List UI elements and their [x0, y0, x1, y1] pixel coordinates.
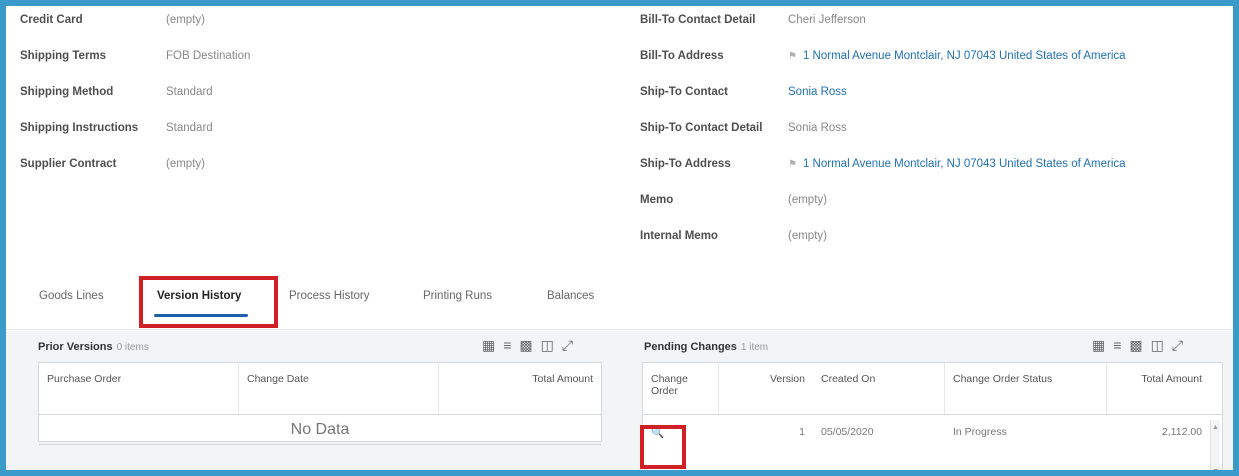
table-row: 🔍 1 05/05/2020 In Progress 2,112.00	[643, 415, 1222, 451]
field-credit-card: Credit Card (empty)	[20, 14, 600, 50]
detail-frame: Credit Card (empty) Shipping Terms FOB D…	[6, 6, 1233, 470]
field-value: Sonia Ross	[788, 122, 847, 134]
field-label: Shipping Method	[20, 86, 114, 98]
field-label: Bill-To Contact Detail	[640, 14, 756, 26]
prior-versions-title: Prior Versions 0 items	[38, 341, 149, 353]
total-amount-cell: 2,112.00	[1161, 426, 1202, 438]
field-value: FOB Destination	[166, 50, 251, 62]
grid-title-text: Prior Versions	[38, 341, 113, 353]
column-header[interactable]: Purchase Order	[39, 363, 239, 414]
scroll-up-icon[interactable]: ▲	[1211, 420, 1220, 436]
grids-area: Prior Versions 0 items ▦ ≡ ▩ ◫ ⤢ Purchase…	[6, 331, 1233, 470]
address-link[interactable]: ⚑ 1 Normal Avenue Montclair, NJ 07043 Uni…	[788, 158, 1126, 170]
field-value: (empty)	[166, 14, 205, 26]
grid-header: Purchase Order Change Date Total Amount	[39, 363, 601, 415]
field-value: (empty)	[166, 158, 205, 170]
location-pin-icon: ⚑	[788, 159, 797, 170]
field-label: Ship-To Contact Detail	[640, 122, 763, 134]
pending-changes-toolbar: ▦ ≡ ▩ ◫ ⤢	[1092, 337, 1183, 354]
field-value: Standard	[166, 86, 213, 98]
column-header[interactable]: Total Amount	[439, 363, 601, 414]
field-memo: Memo (empty)	[640, 194, 1230, 230]
grid-title-text: Pending Changes	[644, 341, 737, 353]
field-value: (empty)	[788, 194, 827, 206]
field-shipping-terms: Shipping Terms FOB Destination	[20, 50, 600, 86]
field-label: Ship-To Address	[640, 158, 731, 170]
field-label: Bill-To Address	[640, 50, 724, 62]
grid-item-count: 0 items	[116, 342, 149, 353]
ship-to-contact-link[interactable]: Sonia Ross	[788, 86, 847, 98]
tab-goods-lines[interactable]: Goods Lines	[39, 290, 104, 302]
version-cell: 1	[799, 426, 805, 438]
field-ship-to-address: Ship-To Address ⚑ 1 Normal Avenue Montcla…	[640, 158, 1230, 194]
no-data-message: No Data	[39, 415, 601, 445]
grid-header: Change Order Version Created On Change O…	[643, 363, 1222, 415]
chart-icon[interactable]: ▩	[1129, 337, 1142, 354]
field-bill-to-address: Bill-To Address ⚑ 1 Normal Avenue Montcla…	[640, 50, 1230, 86]
column-header[interactable]: Version	[719, 363, 813, 414]
field-label: Shipping Instructions	[20, 122, 139, 134]
location-pin-icon: ⚑	[788, 51, 797, 62]
field-value: Standard	[166, 122, 213, 134]
filter-icon[interactable]: ≡	[1113, 337, 1121, 354]
field-label: Shipping Terms	[20, 50, 107, 62]
grid-item-count: 1 item	[740, 342, 769, 353]
column-header[interactable]: Change Date	[239, 363, 439, 414]
right-field-column: Bill-To Contact Detail Cheri Jefferson B…	[640, 14, 1230, 266]
field-shipping-method: Shipping Method Standard	[20, 86, 600, 122]
column-header[interactable]: Change Order	[643, 363, 719, 414]
address-link[interactable]: ⚑ 1 Normal Avenue Montclair, NJ 07043 Uni…	[788, 50, 1126, 62]
export-excel-icon[interactable]: ▦	[1092, 337, 1105, 354]
field-value: Cheri Jefferson	[788, 14, 866, 26]
column-icon[interactable]: ◫	[541, 337, 554, 354]
fullscreen-icon[interactable]: ⤢	[562, 337, 573, 354]
prior-versions-grid: Purchase Order Change Date Total Amount …	[38, 362, 602, 445]
column-header[interactable]: Change Order Status	[945, 363, 1107, 414]
field-label: Credit Card	[20, 14, 83, 26]
field-bill-to-contact-detail: Bill-To Contact Detail Cheri Jefferson	[640, 14, 1230, 50]
column-header[interactable]: Total Amount	[1107, 363, 1210, 414]
tab-bar: Goods Lines Version History Process Hist…	[6, 268, 1233, 330]
tab-process-history[interactable]: Process History	[289, 290, 370, 302]
field-label: Supplier Contract	[20, 158, 117, 170]
tab-printing-runs[interactable]: Printing Runs	[423, 290, 492, 302]
status-cell: In Progress	[953, 426, 1007, 438]
prior-versions-toolbar: ▦ ≡ ▩ ◫ ⤢	[482, 337, 573, 354]
scroll-down-icon[interactable]: ▼	[1211, 464, 1220, 470]
column-icon[interactable]: ◫	[1151, 337, 1164, 354]
highlight-box-tab	[139, 276, 278, 328]
left-field-column: Credit Card (empty) Shipping Terms FOB D…	[20, 14, 600, 194]
field-label: Ship-To Contact	[640, 86, 728, 98]
field-label: Memo	[640, 194, 674, 206]
field-supplier-contract: Supplier Contract (empty)	[20, 158, 600, 194]
filter-icon[interactable]: ≡	[503, 337, 511, 354]
chart-icon[interactable]: ▩	[519, 337, 532, 354]
vertical-scrollbar[interactable]: ▲ ▼	[1210, 420, 1220, 470]
fullscreen-icon[interactable]: ⤢	[1172, 337, 1183, 354]
export-excel-icon[interactable]: ▦	[482, 337, 495, 354]
field-shipping-instructions: Shipping Instructions Standard	[20, 122, 600, 158]
field-label: Internal Memo	[640, 230, 718, 242]
pending-changes-title: Pending Changes 1 item	[644, 341, 768, 353]
address-text: 1 Normal Avenue Montclair, NJ 07043 Unit…	[802, 158, 1126, 170]
address-text: 1 Normal Avenue Montclair, NJ 07043 Unit…	[802, 50, 1126, 62]
created-on-cell: 05/05/2020	[821, 426, 874, 438]
order-fields: Credit Card (empty) Shipping Terms FOB D…	[6, 6, 1233, 261]
tab-balances[interactable]: Balances	[547, 290, 594, 302]
highlight-box-row-action	[640, 425, 686, 469]
field-ship-to-contact-detail: Ship-To Contact Detail Sonia Ross	[640, 122, 1230, 158]
field-value: (empty)	[788, 230, 827, 242]
field-ship-to-contact: Ship-To Contact Sonia Ross	[640, 86, 1230, 122]
pending-changes-grid: Change Order Version Created On Change O…	[642, 362, 1223, 470]
column-header[interactable]: Created On	[813, 363, 945, 414]
field-internal-memo: Internal Memo (empty)	[640, 230, 1230, 266]
